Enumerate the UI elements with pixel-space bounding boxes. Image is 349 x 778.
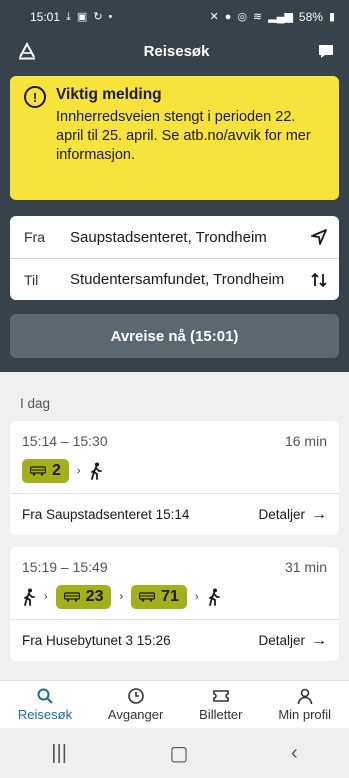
ticket-icon xyxy=(213,690,229,702)
nav-item-billetter[interactable]: Billetter xyxy=(199,687,243,722)
nav-item-avganger[interactable]: Avganger xyxy=(108,687,163,722)
details-label: Detaljer xyxy=(258,507,305,522)
important-message-banner: ! Viktig melding Innherredsveien stengt … xyxy=(10,76,339,200)
bus-leg-badge: 71 xyxy=(131,585,187,609)
chat-icon[interactable] xyxy=(317,42,335,60)
from-value[interactable]: Saupstadsenteret, Trondheim xyxy=(70,229,305,246)
bus-icon xyxy=(139,592,156,602)
my-location-icon[interactable] xyxy=(305,229,327,245)
trip-time-range: 15:14 – 15:30 xyxy=(22,433,108,449)
trip-duration: 16 min xyxy=(284,433,327,449)
details-label: Detaljer xyxy=(258,633,305,648)
nav-item-min-profil[interactable]: Min profil xyxy=(278,687,331,722)
nav-label: Min profil xyxy=(278,707,332,722)
alert-title: Viktig melding xyxy=(56,86,162,103)
back-icon[interactable]: ‹ xyxy=(291,742,298,765)
trip-legs: › 23 › 71 › xyxy=(22,575,327,619)
gallery-icon: ▣ xyxy=(76,10,88,23)
trip-time-range: 15:19 – 15:49 xyxy=(22,559,108,575)
trip-card[interactable]: 15:14 – 15:30 16 min 2 › Fra Saupstadsen… xyxy=(10,421,339,535)
bus-line-number: 2 xyxy=(52,462,61,479)
top-section: 15:01 ⤓ ▣ ↻ • ✕ ● ◎ ≋ ▂▄▆ 58% ▮ Reisesøk… xyxy=(0,0,349,372)
dot-icon: • xyxy=(108,10,113,23)
bottom-navigation: Reisesøk Avganger Billetter Min profil xyxy=(0,680,349,728)
clock-icon xyxy=(127,688,144,704)
bus-icon xyxy=(63,592,80,602)
wifi-icon: ≋ xyxy=(252,10,263,23)
app-bar: Reisesøk xyxy=(0,34,349,68)
atb-logo-icon[interactable] xyxy=(18,42,36,60)
search-form: Fra Saupstadsenteret, Trondheim Til Stud… xyxy=(10,216,339,300)
profile-icon xyxy=(297,688,312,705)
bus-leg-badge: 23 xyxy=(55,585,112,609)
to-label: Til xyxy=(24,271,39,288)
alert-body: Innherredsveien stengt i perioden 22. ap… xyxy=(56,109,311,163)
recent-apps-icon[interactable]: ||| xyxy=(51,742,67,765)
bus-icon xyxy=(30,466,46,476)
nav-label: Billetter xyxy=(199,707,243,722)
warning-icon: ! xyxy=(24,86,46,108)
sync-icon: ↻ xyxy=(93,10,103,23)
arrow-right-icon: → xyxy=(311,505,327,523)
status-bar: 15:01 ⤓ ▣ ↻ • ✕ ● ◎ ≋ ▂▄▆ 58% ▮ xyxy=(0,0,349,34)
to-value[interactable]: Studentersamfundet, Trondheim xyxy=(70,271,305,288)
trip-card[interactable]: 15:19 – 15:49 31 min › 23 › 71 › Fra Hus… xyxy=(10,547,339,661)
bus-line-number: 71 xyxy=(161,588,179,605)
leg-separator-icon: › xyxy=(44,591,48,603)
walk-icon xyxy=(208,588,220,606)
from-label: Fra xyxy=(24,229,45,245)
page-title: Reisesøk xyxy=(143,42,210,60)
trip-origin: Fra Saupstadsenteret 15:14 xyxy=(22,507,190,522)
leg-separator-icon: › xyxy=(194,591,199,603)
system-navigation-bar: ||| ▢ ‹ xyxy=(0,728,349,778)
mute-icon: ✕ xyxy=(209,10,219,23)
signal-icon: ▂▄▆ xyxy=(268,10,293,23)
leg-separator-icon: › xyxy=(119,591,124,603)
bus-line-number: 23 xyxy=(85,588,104,605)
results-list: I dag 15:14 – 15:30 16 min 2 › Fra Saups… xyxy=(0,372,349,661)
download-icon: ⤓ xyxy=(66,10,71,23)
search-icon xyxy=(37,688,53,704)
leg-separator-icon: › xyxy=(76,465,81,477)
day-label: I dag xyxy=(20,396,51,411)
trip-legs: 2 › xyxy=(22,449,327,493)
home-icon[interactable]: ▢ xyxy=(170,741,189,766)
details-link[interactable]: Detaljer → xyxy=(258,506,327,524)
status-time: 15:01 xyxy=(30,10,61,24)
from-field[interactable]: Fra Saupstadsenteret, Trondheim xyxy=(10,216,339,258)
nav-label: Reisesøk xyxy=(17,707,73,722)
nav-item-reisesok[interactable]: Reisesøk xyxy=(18,687,72,722)
arrow-right-icon: → xyxy=(311,631,327,649)
swap-icon[interactable] xyxy=(305,272,327,288)
battery-level: 58% xyxy=(298,10,323,24)
trip-origin: Fra Husebytunet 3 15:26 xyxy=(22,633,171,648)
to-field[interactable]: Til Studentersamfundet, Trondheim xyxy=(10,258,339,300)
walk-icon xyxy=(90,462,102,480)
battery-icon: ▮ xyxy=(328,10,335,23)
nav-label: Avganger xyxy=(107,707,164,722)
bus-leg-badge: 2 xyxy=(22,459,69,483)
location-icon: ● xyxy=(224,10,232,23)
trip-duration: 31 min xyxy=(284,559,327,575)
departure-time-button[interactable]: Avreise nå (15:01) xyxy=(10,314,339,358)
details-link[interactable]: Detaljer → xyxy=(258,632,327,650)
walk-icon xyxy=(24,588,35,606)
hotspot-icon: ◎ xyxy=(237,10,247,23)
